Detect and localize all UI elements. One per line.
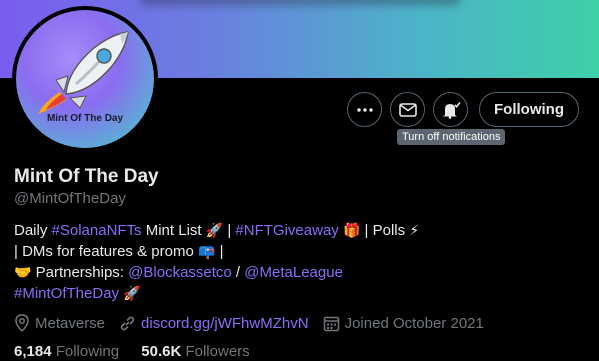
joined-text: Joined October 2021 — [344, 314, 484, 332]
bell-check-icon — [442, 101, 461, 119]
location-pin-icon — [15, 314, 29, 332]
location-item: Metaverse — [14, 314, 105, 332]
calendar-icon — [323, 316, 339, 331]
link-icon — [120, 316, 135, 330]
bio-text: | — [223, 222, 236, 239]
rocket-emoji: 🚀 — [123, 285, 141, 301]
hashtag-solananfts[interactable]: #SolanaNFTs — [52, 222, 142, 239]
following-stat[interactable]: 6,184 Following — [14, 343, 119, 360]
profile-page: Mint Of The Day Following Turn off notif… — [0, 0, 599, 361]
envelope-icon — [398, 102, 417, 117]
notify-tooltip: Turn off notifications — [397, 129, 506, 145]
bio-line-1: Daily #SolanaNFTs Mint List 🚀 | #NFTGive… — [14, 220, 574, 241]
location-text: Metaverse — [35, 314, 106, 332]
user-handle: @MintOfTheDay — [14, 190, 126, 207]
bio-text: / — [231, 264, 245, 281]
bio-text: | — [215, 243, 224, 260]
lightning-emoji: ⚡ — [409, 222, 420, 238]
banner-text-blur — [140, 0, 460, 6]
bio-text: Daily — [14, 222, 52, 239]
bio-line-4: #MintOfTheDay 🚀 — [14, 283, 574, 304]
following-count: 6,184 — [14, 343, 52, 360]
followers-label: Followers — [185, 343, 250, 360]
bio-line-3: 🤝 Partnerships: @Blockassetco / @MetaLea… — [14, 262, 574, 283]
followers-stat[interactable]: 50.6K Followers — [141, 343, 249, 360]
more-button[interactable] — [347, 92, 382, 127]
bio-text: | Polls — [360, 222, 410, 239]
avatar-text: Mint Of The Day — [46, 113, 124, 124]
mention-blockassetco[interactable]: @Blockassetco — [128, 264, 232, 281]
notifications-button[interactable] — [433, 92, 468, 127]
display-name: Mint Of The Day — [14, 166, 159, 187]
bio-line-2: | DMs for features & promo 📪 | — [14, 241, 574, 262]
followers-count: 50.6K — [141, 343, 182, 360]
more-dots-icon — [356, 107, 373, 112]
bio-text: Partnerships: — [31, 264, 129, 281]
hashtag-mintoftheday[interactable]: #MintOfTheDay — [14, 285, 119, 302]
mailbox-emoji: 📪 — [197, 243, 216, 259]
hashtag-nftgiveaway[interactable]: #NFTGiveaway — [235, 222, 338, 239]
following-button[interactable]: Following — [479, 92, 579, 127]
message-button[interactable] — [390, 92, 425, 127]
bio-text: | DMs for features & promo — [14, 243, 198, 260]
bio-text: Mint List — [141, 222, 206, 239]
following-label: Following — [55, 343, 120, 360]
handshake-emoji: 🤝 — [14, 264, 32, 280]
website-link[interactable]: discord.gg/jWFhwMZhvN — [141, 315, 309, 332]
rocket-illustration — [38, 31, 129, 114]
avatar[interactable]: Mint Of The Day — [16, 10, 154, 148]
website-item[interactable]: discord.gg/jWFhwMZhvN — [119, 315, 309, 332]
profile-meta: Metaverse discord.gg/jWFhwMZhvN Joined O… — [14, 313, 498, 333]
joined-item: Joined October 2021 — [323, 315, 484, 332]
rocket-emoji: 🚀 — [205, 222, 224, 238]
profile-bio: Daily #SolanaNFTs Mint List 🚀 | #NFTGive… — [14, 220, 574, 304]
gift-emoji: 🎁 — [342, 222, 361, 238]
mention-metaleague[interactable]: @MetaLeague — [244, 264, 343, 281]
follow-stats: 6,184 Following 50.6K Followers — [14, 343, 268, 360]
